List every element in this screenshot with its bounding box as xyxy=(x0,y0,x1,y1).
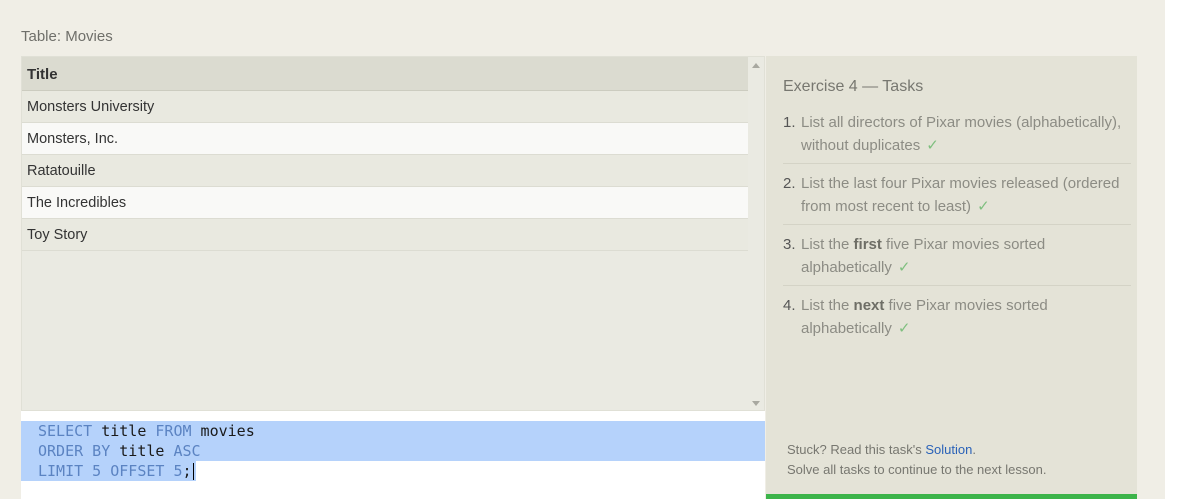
check-icon: ✓ xyxy=(926,137,939,154)
code-line-2: ORDER BY title ASC xyxy=(21,441,765,461)
table-row: Monsters University xyxy=(22,91,749,123)
task-number: 1. xyxy=(783,114,796,131)
table-row: Monsters, Inc. xyxy=(22,123,749,155)
keyword: SELECT xyxy=(38,422,93,440)
task-number: 2. xyxy=(783,175,796,192)
task-number: 3. xyxy=(783,236,796,253)
text-cursor xyxy=(192,463,194,480)
task-text-pre: List the xyxy=(801,236,854,253)
results-table-body: Title Monsters University Monsters, Inc.… xyxy=(22,57,749,251)
keyword: LIMIT xyxy=(38,462,84,480)
code-line-3: LIMIT 5 OFFSET 5; xyxy=(21,461,196,481)
help-prefix: Stuck? Read this task's xyxy=(787,442,926,457)
table-row: Ratatouille xyxy=(22,155,749,187)
keyword: ASC xyxy=(173,442,201,460)
number: 5 xyxy=(164,462,183,480)
check-icon: ✓ xyxy=(977,198,990,215)
task-text: List all directors of Pixar movies (alph… xyxy=(801,114,1122,154)
sql-query-editor[interactable]: SELECT title FROM movies ORDER BY title … xyxy=(21,411,765,499)
semicolon: ; xyxy=(182,462,192,480)
check-icon: ✓ xyxy=(897,259,911,276)
task-text-pre: List the xyxy=(801,297,854,314)
code-line-1: SELECT title FROM movies xyxy=(21,421,765,441)
task-item: 2. List the last four Pixar movies relea… xyxy=(783,172,1131,225)
tasks-title: Exercise 4 — Tasks xyxy=(783,78,924,95)
results-scrollbar[interactable] xyxy=(748,57,764,410)
identifier: movies xyxy=(191,422,255,440)
task-text-bold: first xyxy=(853,236,882,253)
results-table: Title Monsters University Monsters, Inc.… xyxy=(21,56,765,411)
task-item: 4. List the next five Pixar movies sorte… xyxy=(783,294,1131,346)
scroll-up-arrow-icon[interactable] xyxy=(752,63,760,68)
column-header-title: Title xyxy=(22,57,749,91)
task-number: 4. xyxy=(783,297,796,314)
task-text-bold: next xyxy=(853,297,885,314)
task-item: 1. List all directors of Pixar movies (a… xyxy=(783,111,1131,164)
identifier: title xyxy=(92,422,156,440)
help-suffix: . xyxy=(972,442,976,457)
tasks-panel: Exercise 4 — Tasks 1. List all directors… xyxy=(766,56,1137,499)
continue-hint: Solve all tasks to continue to the next … xyxy=(787,462,1047,477)
check-icon: ✓ xyxy=(897,320,911,337)
solution-link[interactable]: Solution xyxy=(925,442,972,457)
keyword: OFFSET xyxy=(110,462,165,480)
help-text: Stuck? Read this task's Solution. xyxy=(787,442,976,457)
sql-lesson-page: Table: Movies Title Monsters University … xyxy=(0,0,1194,499)
task-text: List the last four Pixar movies released… xyxy=(801,175,1120,215)
scroll-down-arrow-icon[interactable] xyxy=(752,401,760,406)
page-right-gutter xyxy=(1165,0,1194,499)
number: 5 xyxy=(83,462,111,480)
table-row: The Incredibles xyxy=(22,187,749,219)
task-item: 3. List the first five Pixar movies sort… xyxy=(783,233,1131,286)
keyword: FROM xyxy=(155,422,192,440)
keyword: ORDER BY xyxy=(38,442,111,460)
identifier: title xyxy=(110,442,174,460)
progress-bar xyxy=(766,494,1137,499)
task-list: 1. List all directors of Pixar movies (a… xyxy=(783,111,1131,354)
table-row: Toy Story xyxy=(22,219,749,251)
table-caption: Table: Movies xyxy=(21,28,113,45)
